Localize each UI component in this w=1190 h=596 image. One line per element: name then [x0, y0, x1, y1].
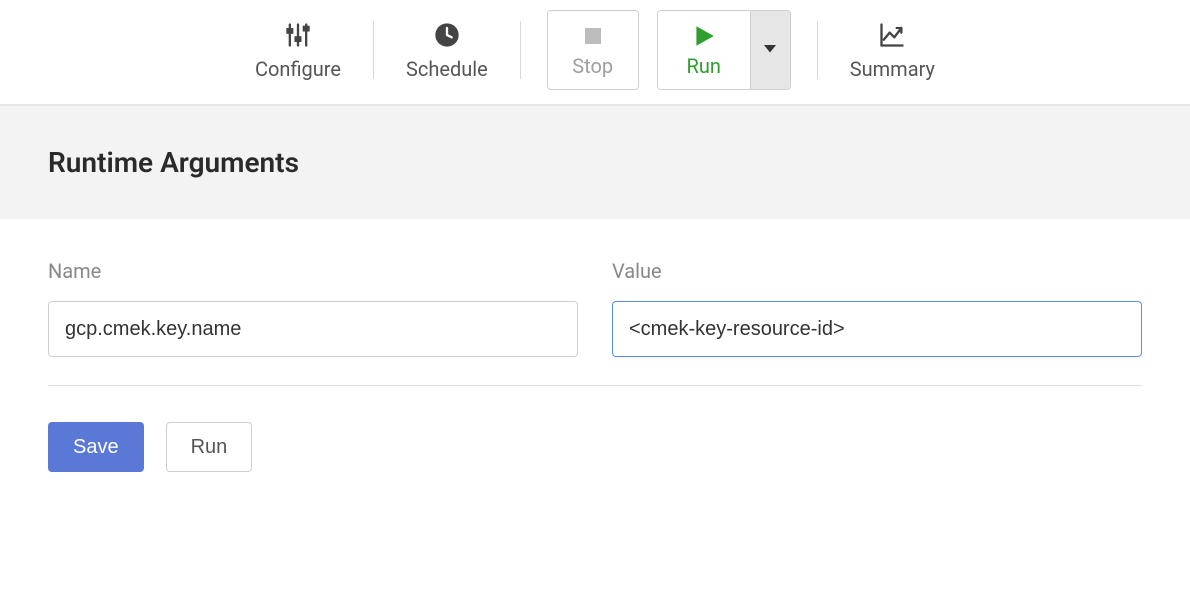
toolbar-divider [817, 21, 818, 79]
summary-button[interactable]: Summary [844, 19, 941, 81]
configure-button[interactable]: Configure [249, 19, 347, 81]
runtime-arguments-form: Name Value Save Run [0, 219, 1190, 502]
argument-row [48, 301, 1142, 386]
schedule-button[interactable]: Schedule [400, 19, 494, 81]
form-header-row: Name Value [48, 259, 1142, 283]
play-icon [691, 22, 717, 50]
clock-icon [433, 19, 461, 51]
chart-line-icon [877, 19, 907, 51]
argument-name-input[interactable] [48, 301, 578, 357]
stop-icon [581, 22, 605, 50]
run-dropdown-button[interactable] [750, 11, 790, 89]
stop-label: Stop [572, 54, 613, 78]
run-split-button: Run [657, 10, 791, 90]
run-button-secondary[interactable]: Run [166, 422, 253, 472]
argument-value-input[interactable] [612, 301, 1142, 357]
save-button[interactable]: Save [48, 422, 144, 472]
stop-button[interactable]: Stop [547, 10, 639, 90]
sliders-icon [284, 19, 312, 51]
toolbar-divider [520, 21, 521, 79]
run-label: Run [687, 54, 721, 78]
schedule-label: Schedule [406, 57, 488, 81]
toolbar-divider [373, 21, 374, 79]
configure-label: Configure [255, 57, 341, 81]
run-button[interactable]: Run [658, 11, 750, 89]
summary-label: Summary [850, 57, 935, 81]
panel-title: Runtime Arguments [48, 146, 1142, 179]
panel-header: Runtime Arguments [0, 106, 1190, 219]
value-column-label: Value [612, 259, 1142, 283]
toolbar: Configure Schedule Stop [0, 0, 1190, 106]
form-actions: Save Run [48, 422, 1142, 472]
chevron-down-icon [761, 39, 779, 61]
name-column-label: Name [48, 259, 578, 283]
